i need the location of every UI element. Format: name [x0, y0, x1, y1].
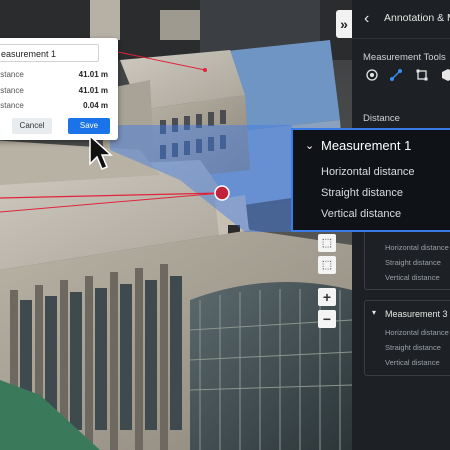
layer-view-button[interactable]: ⬚ [318, 256, 336, 274]
chevron-down-icon[interactable]: ⌄ [305, 139, 314, 152]
popup-item-straight-distance[interactable]: Straight distance [321, 187, 403, 199]
straight-distance-label: distance [0, 86, 24, 95]
chevron-down-icon[interactable]: ▾ [372, 308, 376, 317]
popup-item-horizontal-distance[interactable]: Horizontal distance [321, 166, 415, 178]
back-arrow-icon[interactable]: ‹ [364, 10, 369, 28]
vertical-distance-label: Vertical distance [385, 273, 440, 282]
horizontal-distance-value: 41.01 m [78, 70, 108, 79]
horizontal-distance-label: Horizontal distance [385, 328, 449, 337]
measurement-card-2[interactable]: Horizontal distance Straight distance Ve… [364, 226, 450, 290]
mouse-cursor-icon [89, 134, 113, 170]
measurement-edit-dialog: easurement 1 distance 41.01 m distance 4… [0, 38, 118, 140]
straight-distance-value: 41.01 m [78, 86, 108, 95]
distance-section-label: Distance [363, 113, 400, 124]
measurement-card-3[interactable]: ▾ Measurement 3 Horizontal distance Stra… [364, 300, 450, 376]
cancel-button[interactable]: Cancel [12, 118, 52, 134]
popup-item-vertical-distance[interactable]: Vertical distance [321, 208, 401, 220]
measurement-title: Measurement 3 [385, 309, 448, 319]
vertical-distance-label: distance [0, 101, 24, 110]
polyline-tool-icon[interactable] [388, 68, 404, 84]
straight-distance-label: Straight distance [385, 343, 441, 352]
horizontal-distance-label: Horizontal distance [385, 243, 449, 252]
expand-panel-button[interactable]: » [336, 10, 352, 38]
point-tool-icon[interactable] [364, 68, 380, 84]
vertical-distance-value: 0.04 m [83, 101, 108, 110]
panel-title: Annotation & M [384, 12, 450, 24]
measurement-name-input[interactable]: easurement 1 [0, 44, 99, 62]
straight-distance-label: Straight distance [385, 258, 441, 267]
zoom-in-button[interactable]: + [318, 288, 336, 306]
vertical-distance-label: Vertical distance [385, 358, 440, 367]
panel-header: ‹ Annotation & M [352, 0, 450, 39]
measurement-tools-label: Measurement Tools [363, 52, 446, 63]
cube-view-button[interactable]: ⬚ [318, 234, 336, 252]
area-tool-icon[interactable] [414, 68, 430, 84]
measurement-popup: ⌄ Measurement 1 Horizontal distance Stra… [291, 128, 450, 232]
volume-tool-icon[interactable] [440, 68, 450, 84]
popup-title: Measurement 1 [321, 138, 412, 153]
zoom-out-button[interactable]: − [318, 310, 336, 328]
save-button[interactable]: Save [68, 118, 110, 134]
horizontal-distance-label: distance [0, 70, 24, 79]
